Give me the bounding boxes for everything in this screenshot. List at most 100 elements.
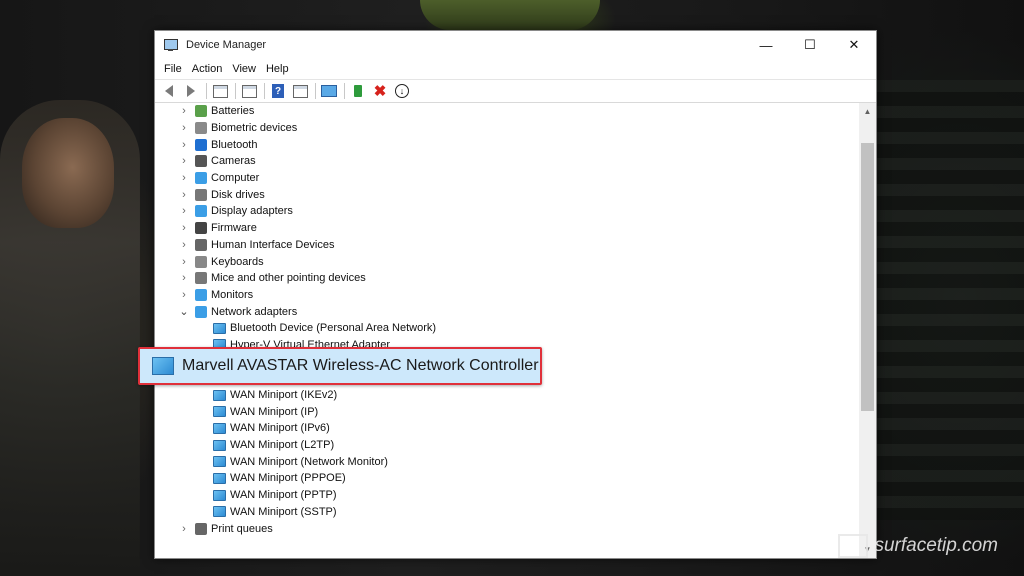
forward-button[interactable] — [181, 82, 201, 100]
network-adapter-item[interactable]: WAN Miniport (PPPOE) — [155, 470, 858, 487]
highlighted-device-callout[interactable]: Marvell AVASTAR Wireless-AC Network Cont… — [138, 347, 542, 385]
chevron-down-icon[interactable]: ⌄ — [179, 305, 189, 318]
network-adapter-item[interactable]: WAN Miniport (IKEv2) — [155, 387, 858, 404]
network-adapter-item[interactable]: WAN Miniport (SSTP) — [155, 504, 858, 521]
tree-category[interactable]: › Firmware — [155, 220, 858, 237]
device-category-icon — [195, 105, 207, 118]
tree-category-label: Batteries — [211, 105, 255, 118]
minimize-button[interactable]: — — [744, 31, 788, 59]
chevron-right-icon[interactable]: › — [179, 289, 189, 301]
chevron-right-icon[interactable]: › — [179, 155, 189, 167]
network-adapter-icon — [213, 422, 226, 434]
help-icon: ? — [272, 84, 284, 98]
chevron-right-icon[interactable]: › — [179, 205, 189, 217]
network-adapter-item[interactable]: WAN Miniport (Network Monitor) — [155, 453, 858, 470]
chevron-right-icon[interactable]: › — [179, 239, 189, 251]
tree-category[interactable]: › Mice and other pointing devices — [155, 270, 858, 287]
chevron-right-icon[interactable]: › — [179, 105, 189, 117]
network-adapter-item[interactable]: Bluetooth Device (Personal Area Network) — [155, 320, 858, 337]
scrollbar-thumb[interactable] — [861, 143, 874, 411]
network-adapter-icon — [213, 472, 226, 484]
network-adapter-icon — [213, 489, 226, 501]
vertical-scrollbar[interactable]: ▲ ▼ — [859, 103, 876, 558]
chevron-right-icon[interactable]: › — [179, 523, 189, 535]
menu-file[interactable]: File — [159, 63, 187, 75]
tree-category-label: Print queues — [211, 522, 273, 535]
chevron-right-icon[interactable]: › — [179, 256, 189, 268]
toolbar-separator — [344, 83, 345, 99]
tree-category[interactable]: › Monitors — [155, 287, 858, 304]
tree-category[interactable]: ⌄ Network adapters — [155, 303, 858, 320]
maximize-button[interactable]: ☐ — [788, 31, 832, 59]
tree-category-label: Disk drives — [211, 188, 265, 201]
menu-action[interactable]: Action — [187, 63, 228, 75]
network-adapter-item[interactable]: WAN Miniport (IP) — [155, 403, 858, 420]
network-adapter-item[interactable]: WAN Miniport (PPTP) — [155, 487, 858, 504]
back-button[interactable] — [159, 82, 179, 100]
tree-category[interactable]: › Bluetooth — [155, 136, 858, 153]
view-icon — [292, 84, 308, 98]
chevron-right-icon[interactable]: › — [179, 272, 189, 284]
properties-button[interactable] — [210, 82, 230, 100]
device-category-icon — [195, 305, 207, 318]
scroll-up-icon[interactable]: ▲ — [859, 103, 876, 120]
enable-device-button[interactable] — [348, 82, 368, 100]
forward-icon — [187, 85, 195, 97]
tree-category[interactable]: › Keyboards — [155, 253, 858, 270]
back-icon — [165, 85, 173, 97]
chevron-right-icon[interactable]: › — [179, 139, 189, 151]
properties-icon — [212, 84, 228, 98]
tree-category[interactable]: › Disk drives — [155, 186, 858, 203]
tree-category[interactable]: › Human Interface Devices — [155, 237, 858, 254]
tree-category-label: Keyboards — [211, 255, 264, 268]
view-button[interactable] — [290, 82, 310, 100]
device-category-icon — [195, 288, 207, 301]
title-bar[interactable]: Device Manager — ☐ ✕ — [155, 31, 876, 59]
network-adapter-item[interactable]: WAN Miniport (L2TP) — [155, 437, 858, 454]
tree-category[interactable]: › Display adapters — [155, 203, 858, 220]
network-adapter-label: WAN Miniport (SSTP) — [230, 505, 337, 518]
download-driver-button[interactable]: ↓ — [392, 82, 412, 100]
device-category-icon — [195, 272, 207, 285]
chevron-right-icon[interactable]: › — [179, 189, 189, 201]
network-adapter-label: WAN Miniport (IP) — [230, 405, 319, 418]
watermark: surfacetip.com — [838, 530, 998, 558]
tree-category[interactable]: › Computer — [155, 170, 858, 187]
network-adapter-label: WAN Miniport (IPv6) — [230, 422, 330, 435]
background-wall — [874, 80, 1024, 520]
tree-category-label: Mice and other pointing devices — [211, 272, 366, 285]
tree-category[interactable]: › Biometric devices — [155, 120, 858, 137]
update-button[interactable] — [239, 82, 259, 100]
network-adapter-icon — [213, 506, 226, 518]
tree-category-label: Human Interface Devices — [211, 238, 335, 251]
toolbar-separator — [315, 83, 316, 99]
device-category-icon — [195, 238, 207, 251]
tree-category[interactable]: › Print queues — [155, 520, 858, 537]
tree-category[interactable]: › Cameras — [155, 153, 858, 170]
menu-help[interactable]: Help — [261, 63, 294, 75]
help-button[interactable]: ? — [268, 82, 288, 100]
network-adapter-icon — [213, 439, 226, 451]
device-category-icon — [195, 172, 207, 185]
network-adapter-label: Bluetooth Device (Personal Area Network) — [230, 322, 437, 335]
tree-category-label: Monitors — [211, 288, 254, 301]
callout-label: Marvell AVASTAR Wireless-AC Network Cont… — [182, 357, 539, 374]
network-adapter-icon — [213, 322, 226, 334]
network-adapter-icon — [213, 389, 226, 401]
chevron-right-icon[interactable]: › — [179, 172, 189, 184]
network-adapter-icon — [213, 406, 226, 418]
device-manager-icon — [163, 37, 179, 53]
device-category-icon — [195, 222, 207, 235]
device-category-icon — [195, 522, 207, 535]
chevron-right-icon[interactable]: › — [179, 222, 189, 234]
uninstall-device-button[interactable]: ✖ — [370, 82, 390, 100]
chevron-right-icon[interactable]: › — [179, 122, 189, 134]
scan-hardware-button[interactable] — [319, 82, 339, 100]
device-category-icon — [195, 205, 207, 218]
device-manager-window: Device Manager — ☐ ✕ File Action View He… — [154, 30, 877, 559]
menu-view[interactable]: View — [227, 63, 261, 75]
close-button[interactable]: ✕ — [832, 31, 876, 59]
network-adapter-item[interactable]: WAN Miniport (IPv6) — [155, 420, 858, 437]
tree-category[interactable]: › Batteries — [155, 103, 858, 120]
device-category-icon — [195, 155, 207, 168]
